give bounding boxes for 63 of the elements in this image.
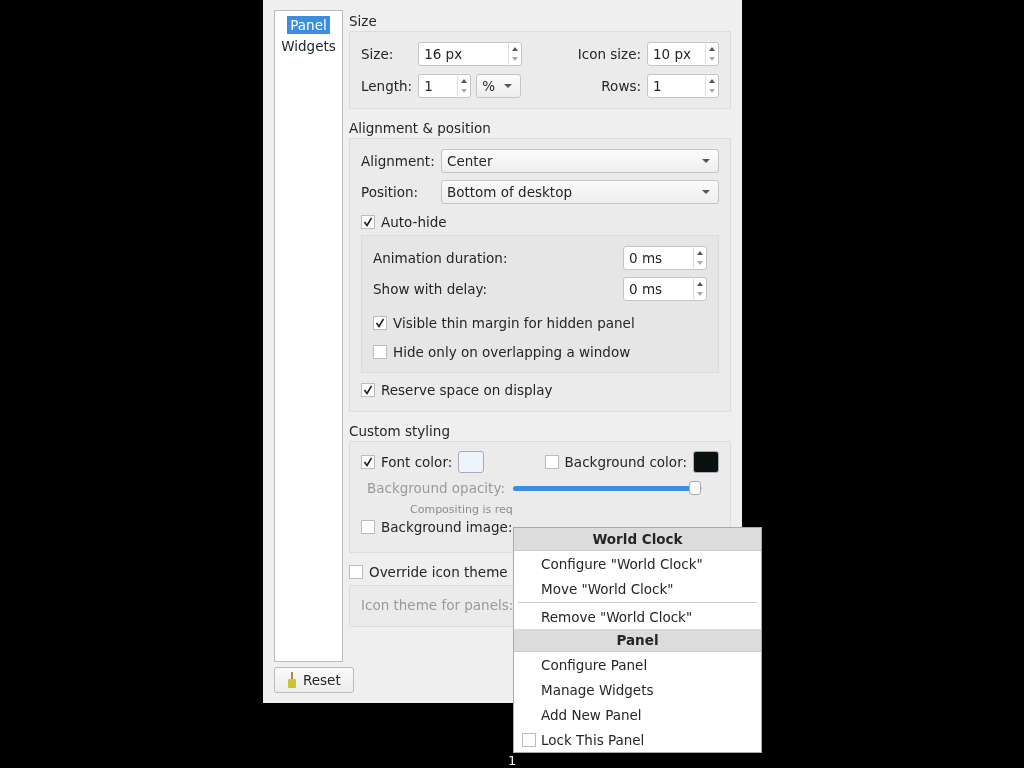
sidebar-item[interactable]: Widgets [278,37,339,55]
menu-item[interactable]: Lock This Panel [514,727,761,752]
spin-box[interactable]: 16 px [418,42,523,66]
color-swatch-button[interactable] [458,451,485,473]
spin-box[interactable]: 10 px [647,42,719,66]
spin-box[interactable]: 1 [418,74,472,98]
menu-section-header: Panel [514,629,761,652]
checkbox-label: Background color: [564,454,687,470]
caret-icon [701,158,711,164]
spin-arrows-icon [693,246,706,270]
group-title: Alignment & position [349,119,492,138]
taskbar-label: 1 [508,753,517,768]
checkbox-label: Hide only on overlapping a window [393,343,631,360]
menu-item[interactable]: Add New Panel [514,702,761,727]
menu-item[interactable]: Remove "World Clock" [514,604,761,629]
menu-item[interactable]: Configure "World Clock" [514,551,761,576]
checkbox[interactable] [361,455,375,469]
spin-arrows-icon [693,277,706,301]
menu-item[interactable]: Move "World Clock" [514,576,761,601]
field-label: Size: [361,46,395,62]
field-label: Show with delay: [373,281,488,297]
caret-icon [701,189,711,195]
checkbox[interactable] [544,455,559,469]
field-label: Alignment: [361,153,435,169]
field-label: Background opacity: [367,480,505,496]
spin-arrows-icon [705,74,718,98]
group-title: Custom styling [349,422,451,441]
menu-item[interactable]: Configure Panel [514,652,761,677]
checkbox[interactable] [373,344,387,359]
position-dropdown[interactable]: Bottom of desktop [441,180,719,204]
slider-handle[interactable] [689,480,702,495]
checkbox[interactable] [349,565,363,579]
checkbox-label: Auto-hide [381,214,447,230]
checkbox[interactable] [361,520,375,534]
field-label: Position: [361,184,420,200]
checkbox[interactable] [522,732,536,747]
checkbox-label: Visible thin margin for hidden panel [393,314,635,331]
field-label: Icon size: [577,46,641,62]
checkbox-label: Reserve space on display [381,382,553,398]
field-label: Icon theme for panels: [361,597,514,613]
spin-box[interactable]: 1 [647,74,719,98]
caret-icon [503,83,514,89]
reset-button[interactable]: Reset [274,667,354,693]
checkbox-label: Font color: [381,454,453,470]
color-swatch-button[interactable] [693,451,719,473]
unit-dropdown[interactable]: % [476,74,522,98]
spin-box[interactable]: 0 ms [623,246,707,270]
menu-section-header: World Clock [514,528,761,551]
field-label: Length: [361,78,413,94]
note-text: Compositing is req [410,503,513,516]
checkbox[interactable] [373,315,387,330]
broom-icon [287,672,297,688]
group-title: Size [349,12,378,31]
field-label: Animation duration: [373,250,508,266]
alignment-dropdown[interactable]: Center [441,149,719,173]
checkbox[interactable] [361,215,375,229]
spin-box[interactable]: 0 ms [623,277,707,301]
checkbox[interactable] [361,383,375,397]
checkbox-label: Background image: [381,519,513,535]
spin-arrows-icon [705,42,718,66]
checkbox-label: Override icon theme [369,564,508,580]
menu-item[interactable]: Manage Widgets [514,677,761,702]
field-label: Rows: [601,78,641,94]
